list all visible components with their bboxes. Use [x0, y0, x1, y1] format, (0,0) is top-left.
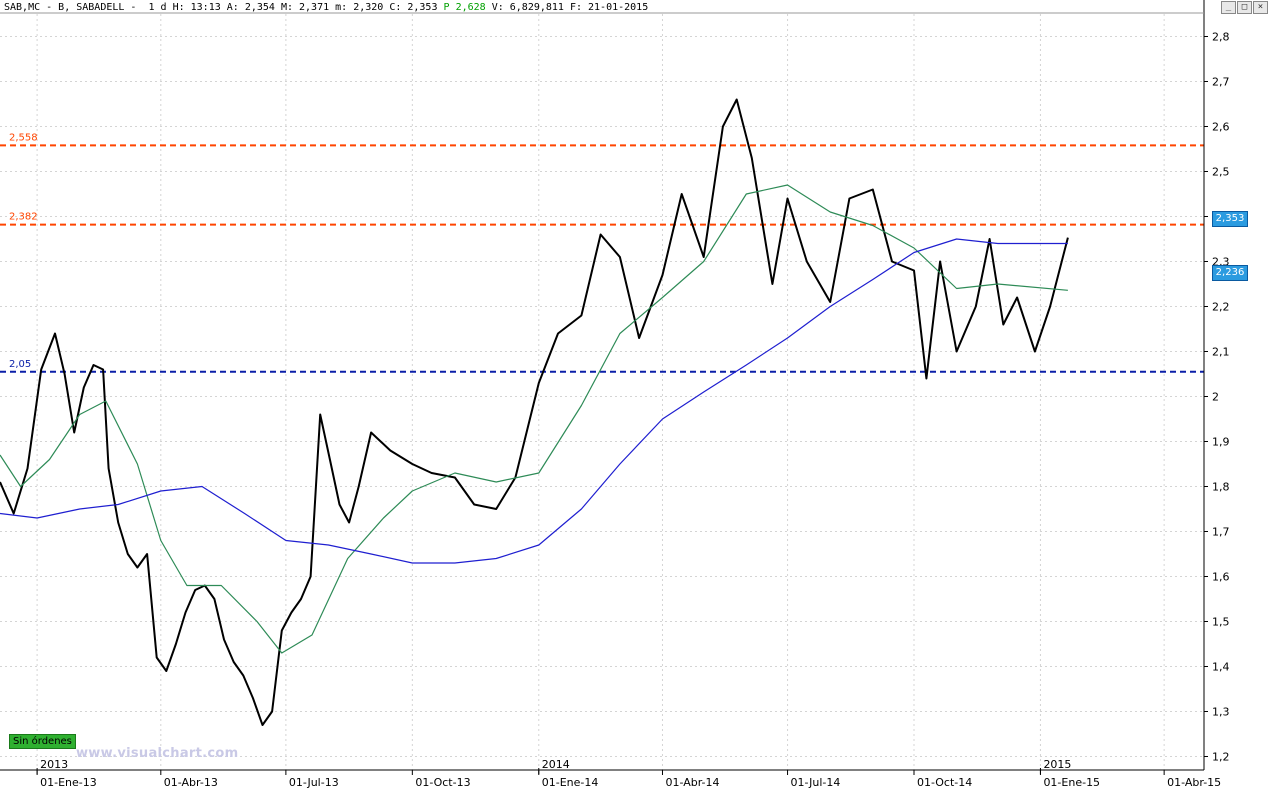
last-price-badge: 2,353	[1212, 211, 1248, 227]
header-tail: V: 6,829,811 F: 21-01-2015	[485, 2, 649, 13]
chart-root: 2,558 2,382 2,05 1,2 1,3 1,4 1,5 1,6 1,7 1,8 1,9 2…	[0, 0, 1272, 791]
orders-status[interactable]: Sin órdenes	[9, 734, 76, 749]
y-tick-label: 2,5	[1212, 166, 1230, 179]
x-tick-label: 01-Ene-13	[40, 776, 97, 789]
y-tick-label: 1,4	[1212, 661, 1230, 674]
price-chart[interactable]: 2,558 2,382 2,05 1,2 1,3 1,4 1,5 1,6 1,7 1,8 1,9 2…	[0, 0, 1272, 791]
y-tick-label: 2,7	[1212, 76, 1230, 89]
header-p-label: P	[443, 2, 450, 13]
x-tick-label: 01-Jul-13	[289, 776, 339, 789]
x-tick-label: 01-Ene-15	[1043, 776, 1100, 789]
x-tick-label: 01-Abr-13	[164, 776, 218, 789]
x-tick-label: 01-Oct-13	[415, 776, 470, 789]
x-tick-label: 01-Abr-14	[665, 776, 719, 789]
y-tick-label: 2,1	[1212, 346, 1230, 359]
window-controls: _ □ ×	[1221, 1, 1268, 14]
maximize-button[interactable]: □	[1237, 1, 1252, 14]
plot-background	[0, 0, 1272, 791]
header-text: SAB,MC - B, SABADELL - 1 d H: 13:13 A: 2…	[4, 2, 444, 13]
watermark: www.visualchart.com	[76, 746, 239, 761]
y-tick-label: 1,2	[1212, 751, 1230, 764]
level-label: 2,558	[9, 132, 38, 143]
header-p-value: 2,628	[455, 2, 486, 13]
y-tick-label: 1,6	[1212, 571, 1230, 584]
year-label: 2015	[1043, 758, 1071, 771]
minimize-button[interactable]: _	[1221, 1, 1236, 14]
y-tick-label: 2,8	[1212, 31, 1230, 44]
y-tick-label: 1,3	[1212, 706, 1230, 719]
x-tick-label: 01-Abr-15	[1167, 776, 1221, 789]
y-tick-label: 1,5	[1212, 616, 1230, 629]
y-tick-label: 2,6	[1212, 121, 1230, 134]
x-tick-label: 01-Jul-14	[791, 776, 841, 789]
close-button[interactable]: ×	[1253, 1, 1268, 14]
y-tick-label: 2	[1212, 391, 1219, 404]
y-tick-label: 2,2	[1212, 301, 1230, 314]
year-label: 2013	[40, 758, 68, 771]
x-tick-label: 01-Ene-14	[542, 776, 599, 789]
y-tick-label: 1,9	[1212, 436, 1230, 449]
chart-header: SAB,MC - B, SABADELL - 1 d H: 13:13 A: 2…	[4, 2, 648, 13]
level-label: 2,382	[9, 212, 38, 223]
ma-price-badge: 2,236	[1212, 265, 1248, 281]
y-tick-label: 1,7	[1212, 526, 1230, 539]
year-label: 2014	[542, 758, 570, 771]
level-label: 2,05	[9, 359, 31, 370]
x-tick-label: 01-Oct-14	[917, 776, 972, 789]
y-tick-label: 1,8	[1212, 481, 1230, 494]
